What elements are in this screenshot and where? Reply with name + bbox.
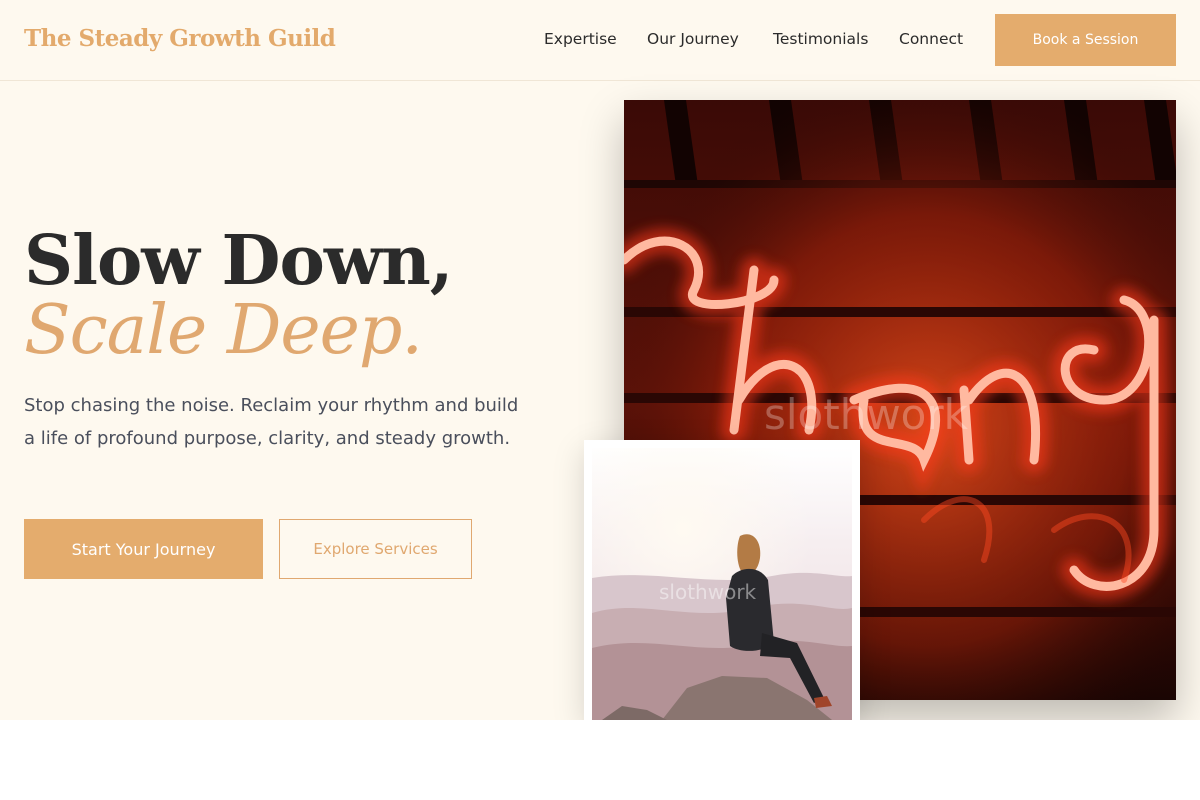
watermark-text: slothwork [764,390,968,439]
below-fold-area [0,720,1200,800]
photo-watermark-text: slothwork [659,580,757,604]
book-session-button[interactable]: Book a Session [995,14,1176,66]
nav-expertise[interactable]: Expertise [544,30,617,48]
hero-headline-line1: Slow Down, [24,221,453,301]
hero-subtext: Stop chasing the noise. Reclaim your rhy… [24,395,519,449]
hero-headline-line2: Scale Deep. [24,291,423,370]
brand-logo[interactable]: The Steady Growth Guild [24,25,336,52]
nav-our-journey[interactable]: Our Journey [647,30,739,48]
start-journey-button[interactable]: Start Your Journey [24,519,263,579]
nav-testimonials[interactable]: Testimonials [773,30,868,48]
hero-section: Slow Down, Scale Deep. Stop chasing the … [0,81,1200,720]
nav-connect[interactable]: Connect [899,30,963,48]
site-header: The Steady Growth Guild Expertise Our Jo… [0,0,1200,81]
explore-services-button[interactable]: Explore Services [279,519,472,579]
mountain-photo-card: slothwork [584,440,860,720]
page: The Steady Growth Guild Expertise Our Jo… [0,0,1200,800]
